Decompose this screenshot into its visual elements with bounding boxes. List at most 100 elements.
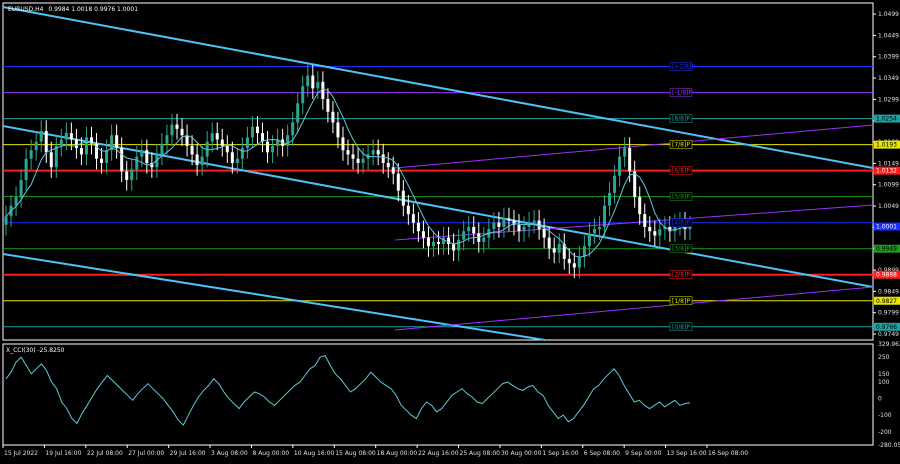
time-tick-label: 22 Aug 16:00 xyxy=(418,450,459,457)
price-badges: 1.0254 1.0193 1.0132 1.0001 0.9949 0.9888 0.98… xyxy=(874,114,900,331)
murrey-label: [5/8]P xyxy=(672,194,690,201)
price-tick-label: 1.0099 xyxy=(878,182,899,189)
candle-body xyxy=(180,128,184,136)
candle-body xyxy=(346,150,350,155)
candle-body xyxy=(572,263,576,268)
time-tick-label: 29 Jul 16:00 xyxy=(170,450,206,457)
candle-body xyxy=(115,135,119,149)
candle-body xyxy=(64,133,68,140)
candle-body xyxy=(49,152,53,168)
candle-body xyxy=(527,222,531,227)
time-tick-label: 6 Sep 08:00 xyxy=(584,450,620,457)
cci-tick-label: -200 xyxy=(878,429,892,436)
candle-body xyxy=(306,75,310,87)
ohlc-readout: 0.9984 1.0018 0.9976 1.0001 xyxy=(48,6,138,13)
candle-body xyxy=(301,86,305,104)
candle-body xyxy=(69,133,73,140)
candle-body xyxy=(396,173,400,191)
price-badge-label: 1.0254 xyxy=(876,116,897,123)
time-tick-label: 22 Jul 08:00 xyxy=(87,450,123,457)
price-tick-label: 1.0449 xyxy=(878,32,899,39)
candle-body xyxy=(557,244,561,253)
candle-body xyxy=(44,130,48,153)
candle-body xyxy=(492,222,496,230)
time-tick-label: 16 Sep 08:00 xyxy=(708,450,748,457)
candle-body xyxy=(170,124,174,136)
candle-body xyxy=(613,175,617,193)
indicator-title: X_CCI(30) -25.8250 xyxy=(6,347,65,354)
candle-body xyxy=(210,133,214,142)
murrey-label: [8/8]P xyxy=(672,116,690,123)
candle-body xyxy=(638,197,642,215)
time-tick-label: 8 Aug 00:00 xyxy=(252,450,289,457)
candle-body xyxy=(24,158,28,181)
time-tick-label: 1 Sep 16:00 xyxy=(542,450,578,457)
candle-body xyxy=(225,145,229,153)
cci-tick-label: 150 xyxy=(878,371,890,378)
murrey-label: [7/8]P xyxy=(672,142,690,149)
symbol-label: EURUSD,H4 xyxy=(8,6,44,13)
candle-body xyxy=(552,248,556,253)
time-tick-label: 25 Aug 08:00 xyxy=(460,450,501,457)
murrey-label: [-1/8]P xyxy=(672,90,693,97)
candle-body xyxy=(220,139,224,146)
price-tick-label: 1.0049 xyxy=(878,203,899,210)
candle-body xyxy=(245,137,249,149)
candle-body xyxy=(250,126,254,138)
candle-body xyxy=(421,231,425,238)
candle-body xyxy=(597,226,601,230)
candle-body xyxy=(608,192,612,206)
candle-body xyxy=(416,222,420,232)
price-tick-label: 1.0499 xyxy=(878,11,899,18)
candle-body xyxy=(643,214,647,227)
candle-body xyxy=(452,244,456,251)
candle-body xyxy=(426,237,430,247)
murrey-label: [0/8]P xyxy=(672,324,690,331)
price-badge-label: 0.9827 xyxy=(876,298,897,305)
candle-body xyxy=(200,156,204,166)
time-tick-label: 15 Aug 08:00 xyxy=(335,450,376,457)
candle-body xyxy=(482,237,486,242)
murrey-label: [6/8]P xyxy=(672,168,690,175)
time-tick-label: 15 Jul 2022 xyxy=(4,450,38,457)
candle-body xyxy=(376,150,380,155)
candle-body xyxy=(437,241,441,245)
candle-body xyxy=(291,122,295,136)
price-tick-label: 0.9749 xyxy=(878,331,899,338)
candle-body xyxy=(145,150,149,163)
candle-body xyxy=(175,124,179,129)
price-badge-label: 0.9888 xyxy=(876,272,897,279)
cci-tick-label: 100 xyxy=(878,379,890,386)
murrey-label: [3/8]P xyxy=(672,246,690,253)
time-tick-label: 3 Aug 08:00 xyxy=(211,450,248,457)
time-tick-label: 19 Jul 16:00 xyxy=(45,450,81,457)
cci-tick-label: 329.9622 xyxy=(878,341,900,348)
candle-body xyxy=(240,148,244,159)
candle-body xyxy=(311,75,315,89)
candle-body xyxy=(190,145,194,155)
cci-tick-label: -100 xyxy=(878,412,892,419)
candle-body xyxy=(567,258,571,264)
candle-body xyxy=(100,158,104,163)
candle-body xyxy=(537,220,541,230)
cci-axis: 329.9622 250 150100 0 -100 -200 -280.0577 xyxy=(878,341,900,449)
candle-body xyxy=(39,130,43,142)
candle-body xyxy=(356,158,360,163)
candle-body xyxy=(19,180,23,198)
time-tick-label: 9 Sep 00:00 xyxy=(625,450,661,457)
candle-body xyxy=(160,143,164,155)
murrey-label: [4/8]P xyxy=(672,220,690,227)
chart-window: 1.04991.04491.03991.03491.02991.02491.01… xyxy=(0,0,900,460)
price-tick-label: 1.0349 xyxy=(878,75,899,82)
candle-body xyxy=(517,224,521,232)
candle-body xyxy=(4,216,8,225)
candle-body xyxy=(140,150,144,157)
candle-body xyxy=(502,218,506,227)
candle-body xyxy=(462,231,466,240)
time-tick-label: 10 Aug 16:00 xyxy=(294,450,335,457)
candle-body xyxy=(361,158,365,163)
candle-body xyxy=(577,256,581,268)
candle-body xyxy=(271,145,275,153)
price-tick-label: 0.9799 xyxy=(878,310,899,317)
candle-body xyxy=(336,122,340,138)
